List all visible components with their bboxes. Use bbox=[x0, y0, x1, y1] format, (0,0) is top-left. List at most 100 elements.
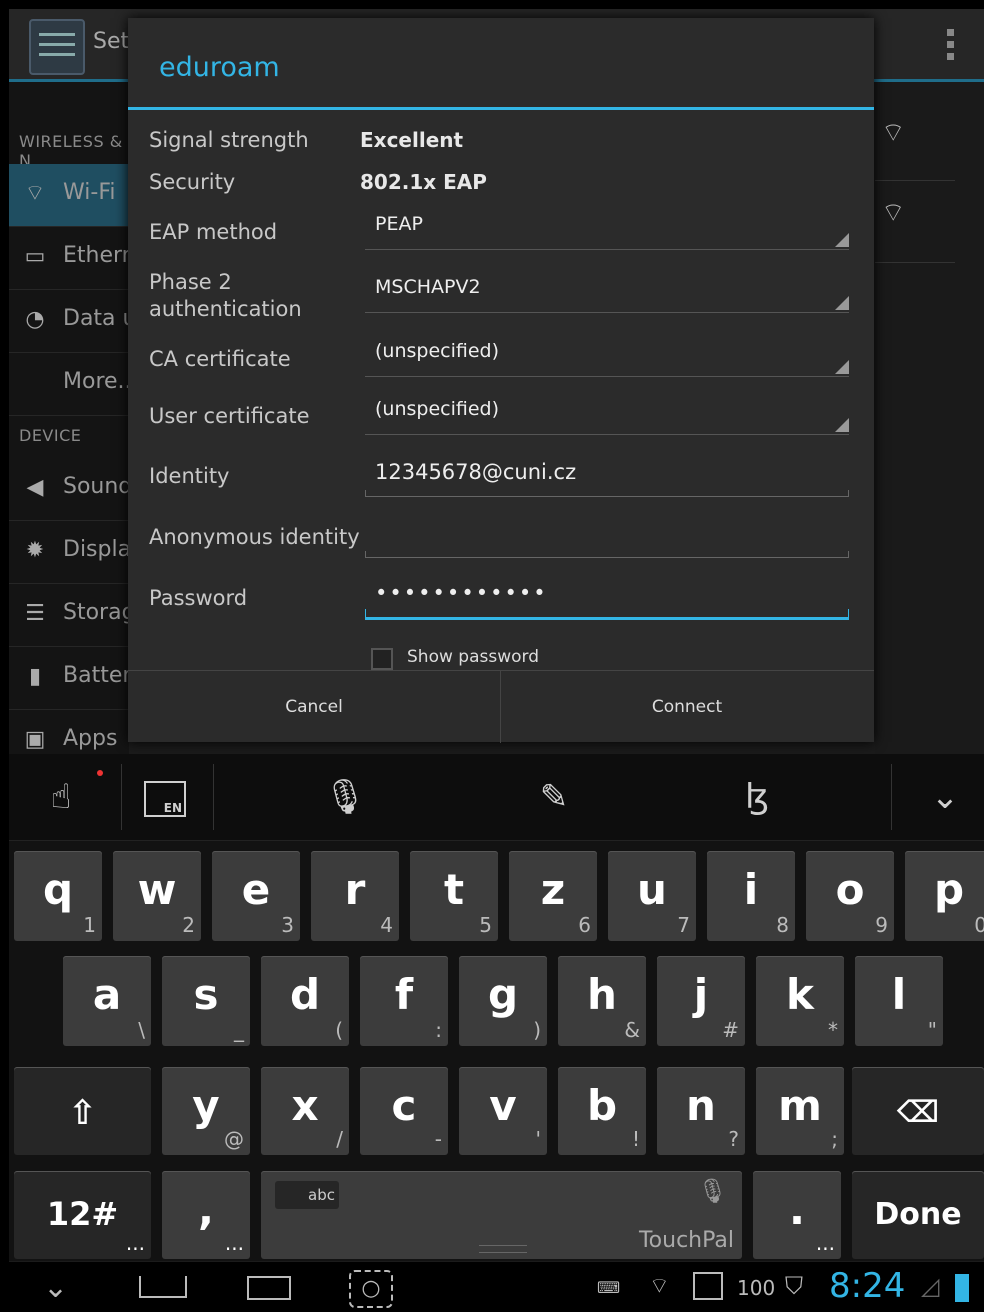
key-label: c bbox=[391, 1081, 417, 1130]
phase2-auth-dropdown[interactable]: MSCHAPV2 bbox=[365, 270, 849, 313]
dialog-title: eduroam bbox=[159, 52, 280, 83]
key-d[interactable]: d( bbox=[261, 956, 349, 1046]
key-z[interactable]: z6 bbox=[509, 851, 597, 941]
sidebar-item-more[interactable]: More... bbox=[9, 353, 139, 416]
key-v[interactable]: v ' bbox=[459, 1067, 547, 1155]
ca-certificate-dropdown[interactable]: (unspecified) bbox=[365, 334, 849, 377]
password-input[interactable]: •••••••••••• bbox=[365, 575, 849, 620]
hide-keyboard-chevron-icon[interactable]: ⌄ bbox=[915, 754, 975, 840]
layout-language-icon[interactable]: EN bbox=[135, 754, 195, 840]
key-sublabel: 3 bbox=[281, 913, 294, 937]
microphone-icon[interactable]: 🎙 bbox=[315, 754, 375, 840]
key-sublabel: & bbox=[624, 1018, 640, 1042]
key-sublabel: 0 bbox=[974, 913, 984, 937]
key-i[interactable]: i8 bbox=[707, 851, 795, 941]
user-certificate-dropdown[interactable]: (unspecified) bbox=[365, 392, 849, 435]
key-r[interactable]: r4 bbox=[311, 851, 399, 941]
settings-sidebar: WIRELESS & N ⌔ Wi-Fi ▭ Ethern ◔ Data u M… bbox=[9, 82, 144, 773]
key-g[interactable]: g) bbox=[459, 956, 547, 1046]
connect-button[interactable]: Connect bbox=[501, 671, 873, 743]
sidebar-item-label: Wi-Fi bbox=[63, 180, 116, 205]
title-divider bbox=[128, 107, 874, 110]
key-k[interactable]: k * bbox=[756, 956, 844, 1046]
key-u[interactable]: u7 bbox=[608, 851, 696, 941]
back-down-icon[interactable]: ⌄ bbox=[43, 1270, 68, 1305]
period-key[interactable]: . ... bbox=[753, 1171, 841, 1259]
sidebar-item-data-usage[interactable]: ◔ Data u bbox=[9, 290, 136, 353]
key-sublabel: " bbox=[927, 1018, 937, 1042]
key-sublabel: : bbox=[435, 1018, 442, 1042]
battery-status-icon bbox=[955, 1274, 969, 1302]
key-sublabel: / bbox=[336, 1127, 343, 1151]
wifi-signal-icon[interactable]: ⌔ bbox=[881, 196, 905, 229]
screenshot-camera-icon[interactable]: ○ bbox=[349, 1270, 393, 1308]
backspace-key[interactable]: ⌫ bbox=[852, 1067, 984, 1155]
show-password-checkbox[interactable] bbox=[371, 648, 393, 670]
touchpal-brand: TouchPal bbox=[638, 1228, 734, 1253]
key-n[interactable]: n? bbox=[657, 1067, 745, 1155]
sidebar-item-ethernet[interactable]: ▭ Ethern bbox=[9, 227, 136, 290]
twitter-icon[interactable]: ɮ bbox=[727, 754, 787, 840]
battery-icon: ▮ bbox=[28, 664, 42, 689]
space-mic-icon: 🎙 bbox=[697, 1177, 728, 1205]
abc-toggle-badge: abc bbox=[275, 1181, 339, 1209]
space-grip-icon bbox=[479, 1245, 527, 1253]
key-h[interactable]: h & bbox=[558, 956, 646, 1046]
settings-app-icon[interactable] bbox=[29, 19, 85, 75]
phase2-label-line1: Phase 2 bbox=[149, 270, 232, 294]
eap-method-label: EAP method bbox=[149, 220, 278, 244]
comma-key-sub: ... bbox=[224, 1231, 244, 1255]
identity-input[interactable]: 12345678@cuni.cz bbox=[365, 454, 849, 497]
key-j[interactable]: j # bbox=[657, 956, 745, 1046]
wifi-status-icon: ⌔ bbox=[649, 1274, 670, 1299]
wifi-secured-icon[interactable]: ⌔ bbox=[881, 116, 905, 149]
identity-value: 12345678@cuni.cz bbox=[375, 460, 577, 484]
comma-key[interactable]: , ... bbox=[162, 1171, 250, 1259]
key-y[interactable]: y @ bbox=[162, 1067, 250, 1155]
done-key[interactable]: Done bbox=[852, 1171, 984, 1259]
key-l[interactable]: l " bbox=[855, 956, 943, 1046]
key-p[interactable]: p0 bbox=[905, 851, 984, 941]
symbols-key-label: 12# bbox=[46, 1195, 119, 1233]
key-sublabel: ! bbox=[631, 1127, 640, 1151]
key-w[interactable]: w2 bbox=[113, 851, 201, 941]
key-f[interactable]: f: bbox=[360, 956, 448, 1046]
key-x[interactable]: x / bbox=[261, 1067, 349, 1155]
screen: Set WIRELESS & N ⌔ Wi-Fi ▭ Ethern ◔ Data… bbox=[9, 9, 984, 1312]
home-icon[interactable] bbox=[139, 1276, 187, 1298]
key-t[interactable]: t5 bbox=[410, 851, 498, 941]
key-a[interactable]: a \ bbox=[63, 956, 151, 1046]
key-b[interactable]: b! bbox=[558, 1067, 646, 1155]
overflow-menu-icon[interactable] bbox=[947, 29, 955, 65]
key-label: z bbox=[540, 865, 566, 914]
sidebar-item-storage[interactable]: ☰ Storag bbox=[9, 584, 136, 647]
recent-apps-icon[interactable] bbox=[247, 1276, 291, 1300]
key-s[interactable]: s _ bbox=[162, 956, 250, 1046]
key-c[interactable]: c- bbox=[360, 1067, 448, 1155]
key-label: p bbox=[933, 865, 965, 914]
key-label: b bbox=[586, 1081, 618, 1130]
key-sublabel: 9 bbox=[875, 913, 888, 937]
eap-method-dropdown[interactable]: PEAP bbox=[365, 207, 849, 250]
sidebar-item-wifi[interactable]: ⌔ Wi-Fi bbox=[9, 164, 129, 227]
key-e[interactable]: e3 bbox=[212, 851, 300, 941]
sidebar-item-label: Sound bbox=[63, 474, 133, 499]
anonymous-identity-input[interactable] bbox=[365, 515, 849, 558]
show-password-label[interactable]: Show password bbox=[407, 647, 539, 667]
key-o[interactable]: o9 bbox=[806, 851, 894, 941]
cancel-button[interactable]: Cancel bbox=[128, 671, 501, 743]
key-m[interactable]: m; bbox=[756, 1067, 844, 1155]
space-key[interactable]: abc 🎙 TouchPal bbox=[261, 1171, 742, 1259]
sidebar-item-sound[interactable]: ◀ Sound bbox=[9, 458, 133, 521]
sidebar-item-battery[interactable]: ▮ Battery bbox=[9, 647, 144, 710]
handwriting-pen-icon[interactable]: ✎ bbox=[524, 754, 584, 840]
key-sublabel: _ bbox=[234, 1018, 244, 1042]
key-q[interactable]: q1 bbox=[14, 851, 102, 941]
gesture-touch-icon[interactable]: ☝ bbox=[31, 754, 91, 840]
sidebar-item-label: Data u bbox=[63, 306, 137, 331]
symbols-key[interactable]: 12# ... bbox=[14, 1171, 151, 1259]
key-label: d bbox=[289, 970, 321, 1019]
sidebar-item-display[interactable]: ✹ Displa bbox=[9, 521, 131, 584]
shift-key[interactable]: ⇧ bbox=[14, 1067, 151, 1155]
key-label: j bbox=[693, 970, 709, 1019]
